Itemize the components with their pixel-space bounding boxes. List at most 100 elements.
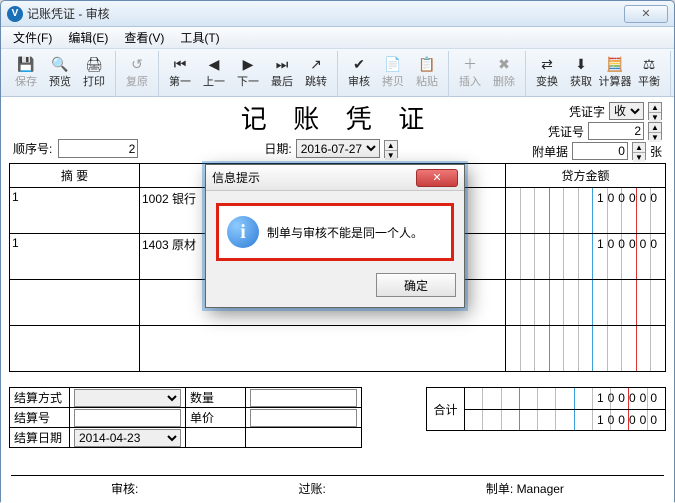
total-credit-cell: 100000 [464, 409, 666, 431]
settle-method-label: 结算方式 [10, 388, 70, 408]
total-debit-cell: 100000 [464, 387, 666, 409]
window-title: 记账凭证 - 审核 [27, 5, 110, 22]
th-summary: 摘 要 [10, 164, 140, 188]
preview-button[interactable]: 🔍预览 [43, 51, 77, 95]
cell-summary[interactable] [10, 280, 140, 326]
fetch-button[interactable]: ⬇获取 [564, 51, 598, 95]
window-close-button[interactable]: ✕ [624, 5, 668, 23]
cell-credit[interactable]: 100000 [506, 234, 666, 280]
settle-date-label: 结算日期 [10, 428, 70, 448]
menu-edit[interactable]: 编辑(E) [60, 27, 116, 48]
cell-summary[interactable]: 1 [10, 234, 140, 280]
convert-icon: ⇄ [536, 53, 558, 75]
calc-button[interactable]: 🧮计算器 [598, 51, 632, 95]
dialog-title: 信息提示 [212, 169, 260, 186]
fetch-icon: ⬇ [570, 53, 592, 75]
menu-view[interactable]: 查看(V) [116, 27, 172, 48]
poster-label: 过账: [298, 482, 325, 496]
totals-box: 合计 100000 100000 [426, 387, 666, 431]
qty-label: 数量 [186, 388, 246, 408]
seq-input[interactable] [58, 139, 138, 158]
insert-icon: ＋ [459, 53, 481, 75]
voucher-no-input[interactable] [588, 122, 644, 140]
maker-label: 制单: [486, 482, 513, 496]
price-label: 单价 [186, 408, 246, 428]
titlebar: V 记账凭证 - 审核 ✕ [1, 1, 674, 27]
info-dialog: 信息提示 ✕ i 制单与审核不能是同一个人。 确定 [205, 164, 465, 308]
price-input[interactable] [250, 409, 357, 427]
menubar: 文件(F) 编辑(E) 查看(V) 工具(T) [1, 27, 674, 49]
insert-button[interactable]: ＋插入 [453, 51, 487, 95]
balance-icon: ⚖ [638, 53, 660, 75]
approve-button[interactable]: ✔审核 [342, 51, 376, 95]
paste-button[interactable]: 📋粘贴 [410, 51, 444, 95]
voucher-word-spin[interactable]: ▲▼ [648, 102, 662, 120]
spin-down-icon: ▼ [649, 113, 661, 122]
spin-up-icon: ▲ [385, 141, 397, 151]
info-icon: i [227, 216, 259, 248]
voucher-no-label: 凭证号 [548, 123, 584, 140]
preview-icon: 🔍 [49, 53, 71, 75]
spin-up-icon: ▲ [649, 123, 661, 133]
voucher-word-select[interactable]: 收 [609, 102, 644, 120]
settle-no-label: 结算号 [10, 408, 70, 428]
auditor-label: 审核: [111, 482, 138, 496]
prev-button[interactable]: ◀上一 [197, 51, 231, 95]
prev-icon: ◀ [203, 53, 225, 75]
delete-icon: ✖ [493, 53, 515, 75]
first-button[interactable]: ⏮第一 [163, 51, 197, 95]
table-row[interactable] [10, 326, 666, 372]
dialog-ok-button[interactable]: 确定 [376, 273, 456, 297]
copy-icon: 📄 [382, 53, 404, 75]
app-icon: V [7, 6, 23, 22]
next-icon: ▶ [237, 53, 259, 75]
print-icon: 🖨 [83, 53, 105, 75]
delete-button[interactable]: ✖删除 [487, 51, 521, 95]
spin-up-icon: ▲ [649, 103, 661, 113]
jump-button[interactable]: ↗跳转 [299, 51, 333, 95]
th-credit: 贷方金额 [506, 164, 666, 188]
date-select[interactable]: 2016-07-27 [296, 139, 380, 158]
menu-tools[interactable]: 工具(T) [172, 27, 227, 48]
voucher-no-spin[interactable]: ▲▼ [648, 122, 662, 140]
toolbar: 💾保存 🔍预览 🖨打印 ↺复原 ⏮第一 ◀上一 ▶下一 ⏭最后 ↗跳转 ✔审核 … [1, 49, 674, 97]
last-button[interactable]: ⏭最后 [265, 51, 299, 95]
restore-button[interactable]: ↺复原 [120, 51, 154, 95]
cell-credit[interactable] [506, 326, 666, 372]
calc-icon: 🧮 [604, 53, 626, 75]
date-spin[interactable]: ▲▼ [384, 140, 398, 158]
paste-icon: 📋 [416, 53, 438, 75]
qty-input[interactable] [250, 389, 357, 407]
dialog-close-button[interactable]: ✕ [416, 169, 458, 187]
last-icon: ⏭ [271, 53, 293, 75]
balance-button[interactable]: ⚖平衡 [632, 51, 666, 95]
cell-subject[interactable] [140, 326, 506, 372]
approve-icon: ✔ [348, 53, 370, 75]
cell-summary[interactable]: 1 [10, 188, 140, 234]
convert-button[interactable]: ⇄变换 [530, 51, 564, 95]
spin-down-icon: ▼ [385, 151, 397, 160]
copy-button[interactable]: 📄拷贝 [376, 51, 410, 95]
seq-label: 顺序号: [13, 140, 52, 157]
menu-file[interactable]: 文件(F) [5, 27, 60, 48]
settle-table: 结算方式 数量 结算号 单价 结算日期 2014-04-23 [9, 387, 362, 448]
save-icon: 💾 [15, 53, 37, 75]
settle-method-select[interactable] [74, 389, 181, 407]
voucher-word-label: 凭证字 [569, 103, 605, 120]
cell-credit[interactable] [506, 280, 666, 326]
print-button[interactable]: 🖨打印 [77, 51, 111, 95]
jump-icon: ↗ [305, 53, 327, 75]
dialog-message: 制单与审核不能是同一个人。 [267, 224, 423, 241]
settle-no-input[interactable] [74, 409, 181, 427]
restore-icon: ↺ [126, 53, 148, 75]
cell-summary[interactable] [10, 326, 140, 372]
date-label: 日期: [264, 140, 291, 157]
cell-credit[interactable]: 100000 [506, 188, 666, 234]
save-button[interactable]: 💾保存 [9, 51, 43, 95]
first-icon: ⏮ [169, 53, 191, 75]
dialog-highlight-box: i 制单与审核不能是同一个人。 [216, 203, 454, 261]
next-button[interactable]: ▶下一 [231, 51, 265, 95]
maker-value: Manager [517, 482, 564, 496]
settle-date-select[interactable]: 2014-04-23 [74, 429, 181, 447]
footer: 审核: 过账: 制单: Manager [11, 475, 664, 497]
